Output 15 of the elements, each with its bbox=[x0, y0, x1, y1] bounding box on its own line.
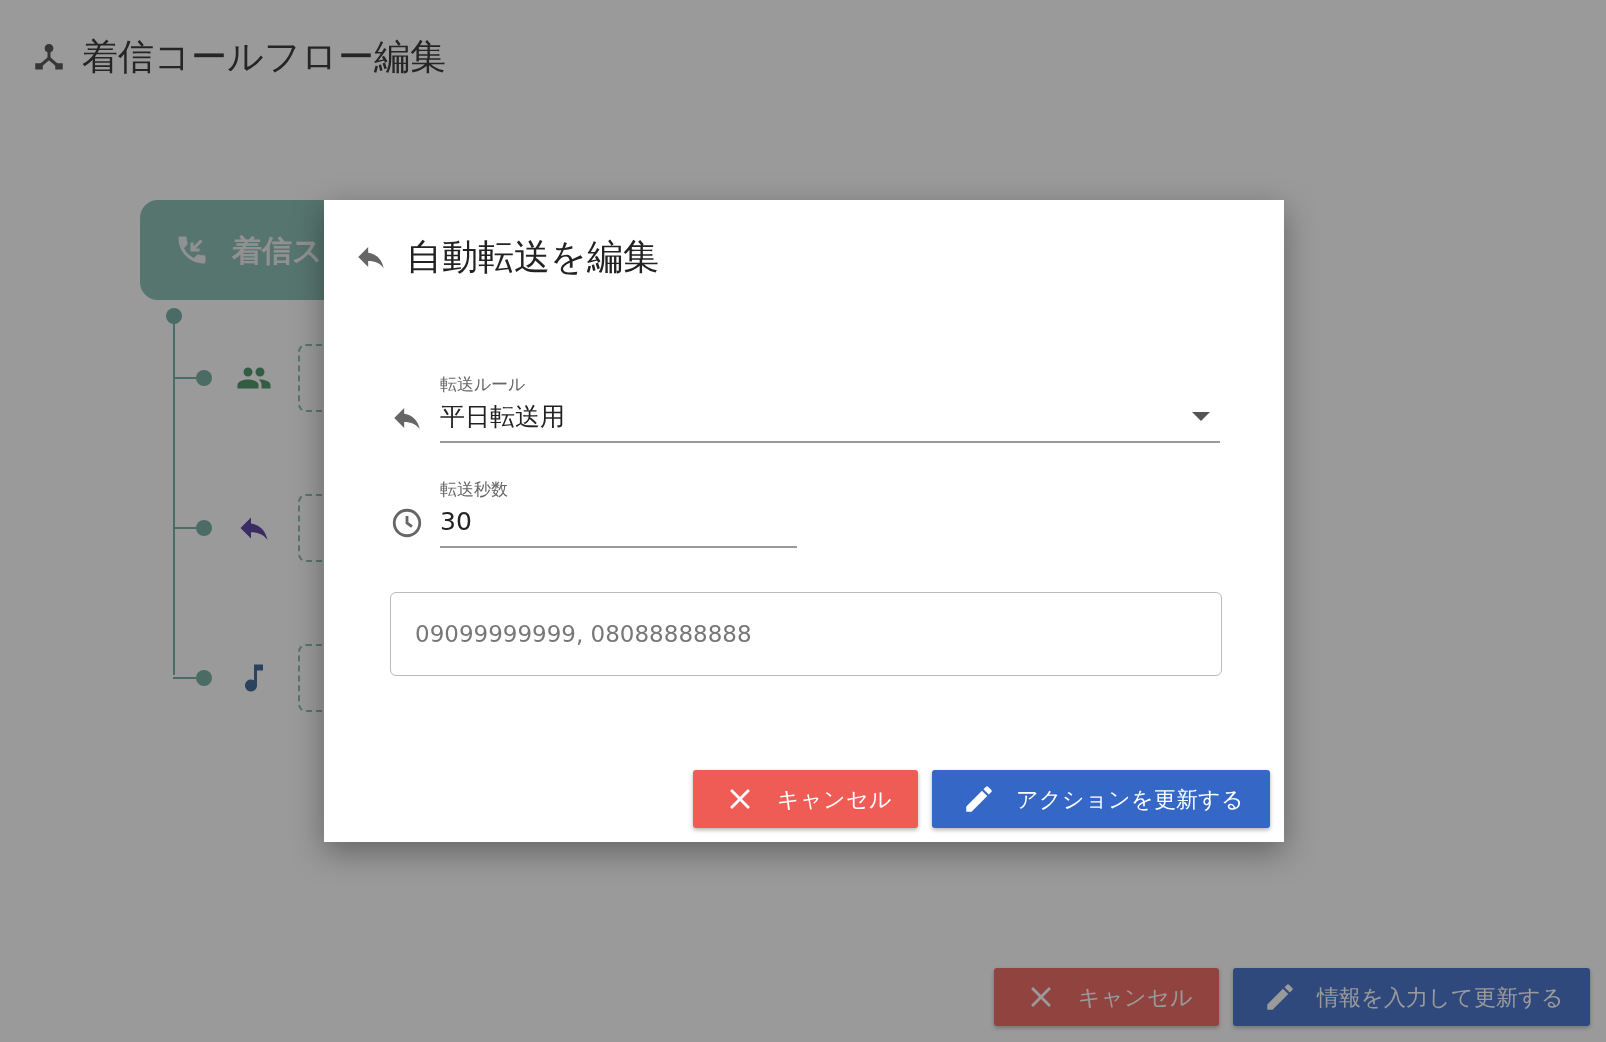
field-label: 転送秒数 bbox=[440, 478, 509, 501]
field-label: 転送ルール bbox=[440, 373, 526, 396]
field-value: 30 bbox=[440, 505, 472, 538]
phone-numbers-field[interactable]: 09099999999, 08088888888 bbox=[390, 592, 1222, 676]
page-title: 着信コールフロー編集 bbox=[82, 35, 446, 79]
input-field[interactable]: 転送秒数 30 bbox=[440, 477, 797, 548]
cancel-button[interactable]: キャンセル bbox=[994, 968, 1219, 1026]
field-value: 平日転送用 bbox=[440, 400, 565, 433]
clock-icon bbox=[390, 506, 424, 540]
update-button[interactable]: アクションを更新する bbox=[932, 770, 1270, 828]
update-button[interactable]: 情報を入力して更新する bbox=[1233, 968, 1590, 1026]
cancel-button[interactable]: キャンセル bbox=[693, 770, 918, 828]
select-field[interactable]: 転送ルール 平日転送用 bbox=[440, 372, 1220, 443]
dropdown-caret-icon bbox=[1192, 411, 1210, 421]
flow-icon bbox=[34, 42, 64, 72]
